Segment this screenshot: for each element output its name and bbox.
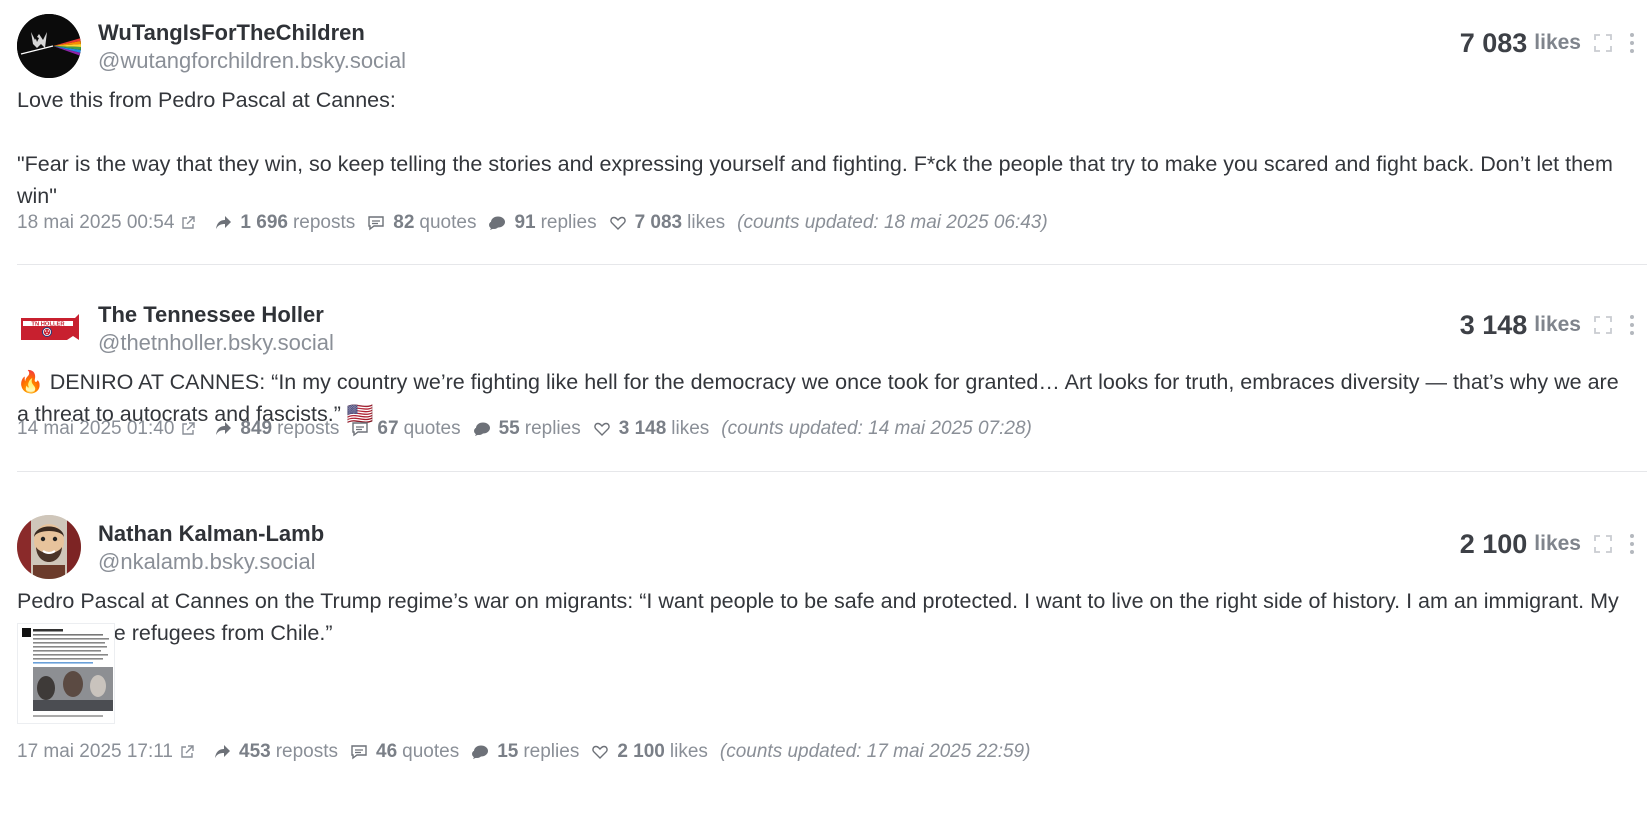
more-options-icon[interactable] [1627, 313, 1637, 337]
likes-count-meta: 2 100 [617, 741, 665, 762]
screenshot-thumbnail-image [18, 624, 114, 723]
replies-label: replies [540, 212, 597, 233]
author-handle[interactable]: @thetnholler.bsky.social [98, 330, 334, 356]
divider [17, 264, 1647, 265]
repost-icon [215, 745, 230, 758]
likes-count: 7 083 [1459, 27, 1528, 58]
expand-icon[interactable] [1593, 33, 1613, 53]
author-handle[interactable]: @wutangforchildren.bsky.social [98, 48, 406, 74]
repost-icon [216, 216, 232, 229]
avatar-image: TN HOLLER [21, 314, 79, 340]
replies-icon [489, 216, 506, 230]
reposts-count: 1 696 [240, 212, 288, 233]
post-text-line: Pedro Pascal at Cannes on the Trump regi… [17, 589, 1619, 645]
replies-icon [473, 422, 490, 436]
author-name[interactable]: WuTangIsForTheChildren [98, 20, 365, 46]
reposts-count: 453 [239, 741, 271, 762]
post-header-actions: 7 083 likes [1460, 28, 1637, 58]
quotes-label: quotes [419, 212, 477, 233]
post-header-actions: 2 100 likes [1460, 529, 1637, 559]
counts-updated-prefix: (counts updated: [737, 212, 884, 233]
counts-updated-suffix: ) [1025, 418, 1032, 439]
heart-icon [594, 422, 610, 436]
quote-icon [368, 216, 384, 231]
avatar[interactable] [17, 515, 81, 579]
post-text: Love this from Pedro Pascal at Cannes: "… [17, 84, 1627, 212]
avatar-image [17, 14, 81, 78]
divider [17, 471, 1647, 472]
expand-icon[interactable] [1593, 534, 1613, 554]
likes-label-meta: likes [687, 212, 726, 233]
author-name[interactable]: Nathan Kalman-Lamb [98, 521, 324, 547]
avatar[interactable] [17, 14, 81, 78]
post-meta: 18 mai 2025 00:54 1 696 reposts 82 quote… [17, 212, 1048, 234]
avatar-logo-text: TN HOLLER [31, 322, 65, 328]
quotes-count: 46 [376, 741, 398, 762]
counts-updated: (counts updated: 14 mai 2025 07:28) [721, 418, 1032, 440]
quotes-count: 67 [377, 418, 399, 439]
replies-label: replies [523, 741, 580, 762]
counts-updated: (counts updated: 18 mai 2025 06:43) [737, 212, 1048, 234]
avatar-image [17, 515, 81, 579]
likes-label: likes [1534, 31, 1581, 54]
author-handle[interactable]: @nkalamb.bsky.social [98, 549, 316, 575]
external-link-icon[interactable] [180, 421, 196, 437]
replies-count: 15 [497, 741, 519, 762]
replies-count: 55 [498, 418, 520, 439]
post-card: TN HOLLER The Tennessee Holler @thetnhol… [17, 296, 1637, 499]
likes-label-meta: likes [669, 741, 708, 762]
counts-updated-date: 18 mai 2025 06:43 [883, 212, 1042, 233]
more-options-icon[interactable] [1627, 532, 1637, 556]
likes-label: likes [1534, 313, 1581, 336]
reposts-label: reposts [275, 741, 339, 762]
counts-updated-prefix: (counts updated: [719, 741, 867, 762]
quotes-label: quotes [403, 418, 461, 439]
post-card: Nathan Kalman-Lamb @nkalamb.bsky.social … [17, 515, 1637, 815]
post-feed: WuTangIsForTheChildren @wutangforchildre… [0, 0, 1652, 828]
counts-updated-date: 17 mai 2025 22:59 [866, 741, 1025, 762]
external-link-icon[interactable] [180, 215, 196, 231]
quotes-count: 82 [393, 212, 415, 233]
likes-count-meta: 7 083 [634, 212, 683, 233]
more-options-icon[interactable] [1627, 31, 1637, 55]
likes-label-meta: likes [671, 418, 710, 439]
post-text-line: "Fear is the way that they win, so keep … [17, 152, 1613, 208]
post-header-actions: 3 148 likes [1460, 310, 1637, 340]
replies-label: replies [524, 418, 581, 439]
avatar[interactable]: TN HOLLER [17, 296, 81, 360]
replies-count: 91 [514, 212, 536, 233]
replies-icon [472, 745, 489, 759]
likes-label: likes [1534, 532, 1581, 555]
post-date-link[interactable]: 17 mai 2025 17:11 [17, 741, 173, 763]
post-card: WuTangIsForTheChildren @wutangforchildre… [17, 14, 1637, 280]
heart-icon [592, 745, 609, 759]
quote-icon [352, 422, 369, 437]
counts-updated-prefix: (counts updated: [721, 418, 869, 439]
reposts-label: reposts [292, 212, 356, 233]
counts-updated-suffix: ) [1024, 741, 1031, 762]
post-text: Pedro Pascal at Cannes on the Trump regi… [17, 585, 1627, 649]
author-name[interactable]: The Tennessee Holler [98, 302, 324, 328]
reposts-label: reposts [277, 418, 340, 439]
embedded-image-thumbnail[interactable] [17, 623, 115, 724]
reposts-count: 849 [240, 418, 273, 439]
quote-icon [351, 745, 367, 760]
counts-updated-suffix: ) [1041, 212, 1048, 233]
heart-icon [609, 216, 626, 230]
quotes-label: quotes [402, 741, 460, 762]
external-link-icon[interactable] [179, 744, 195, 760]
post-date-link[interactable]: 14 mai 2025 01:40 [17, 418, 174, 440]
likes-count-meta: 3 148 [618, 418, 667, 439]
post-text-line: Love this from Pedro Pascal at Cannes: [17, 88, 396, 112]
likes-count: 2 100 [1459, 528, 1528, 559]
counts-updated-date: 14 mai 2025 07:28 [868, 418, 1026, 439]
post-meta: 14 mai 2025 01:40 849 reposts 67 quotes … [17, 418, 1032, 440]
likes-count: 3 148 [1459, 309, 1528, 340]
counts-updated: (counts updated: 17 mai 2025 22:59) [720, 741, 1031, 763]
repost-icon [216, 422, 232, 435]
expand-icon[interactable] [1593, 315, 1613, 335]
post-meta: 17 mai 2025 17:11 453 reposts 46 quotes … [17, 741, 1030, 763]
post-date-link[interactable]: 18 mai 2025 00:54 [17, 212, 174, 234]
